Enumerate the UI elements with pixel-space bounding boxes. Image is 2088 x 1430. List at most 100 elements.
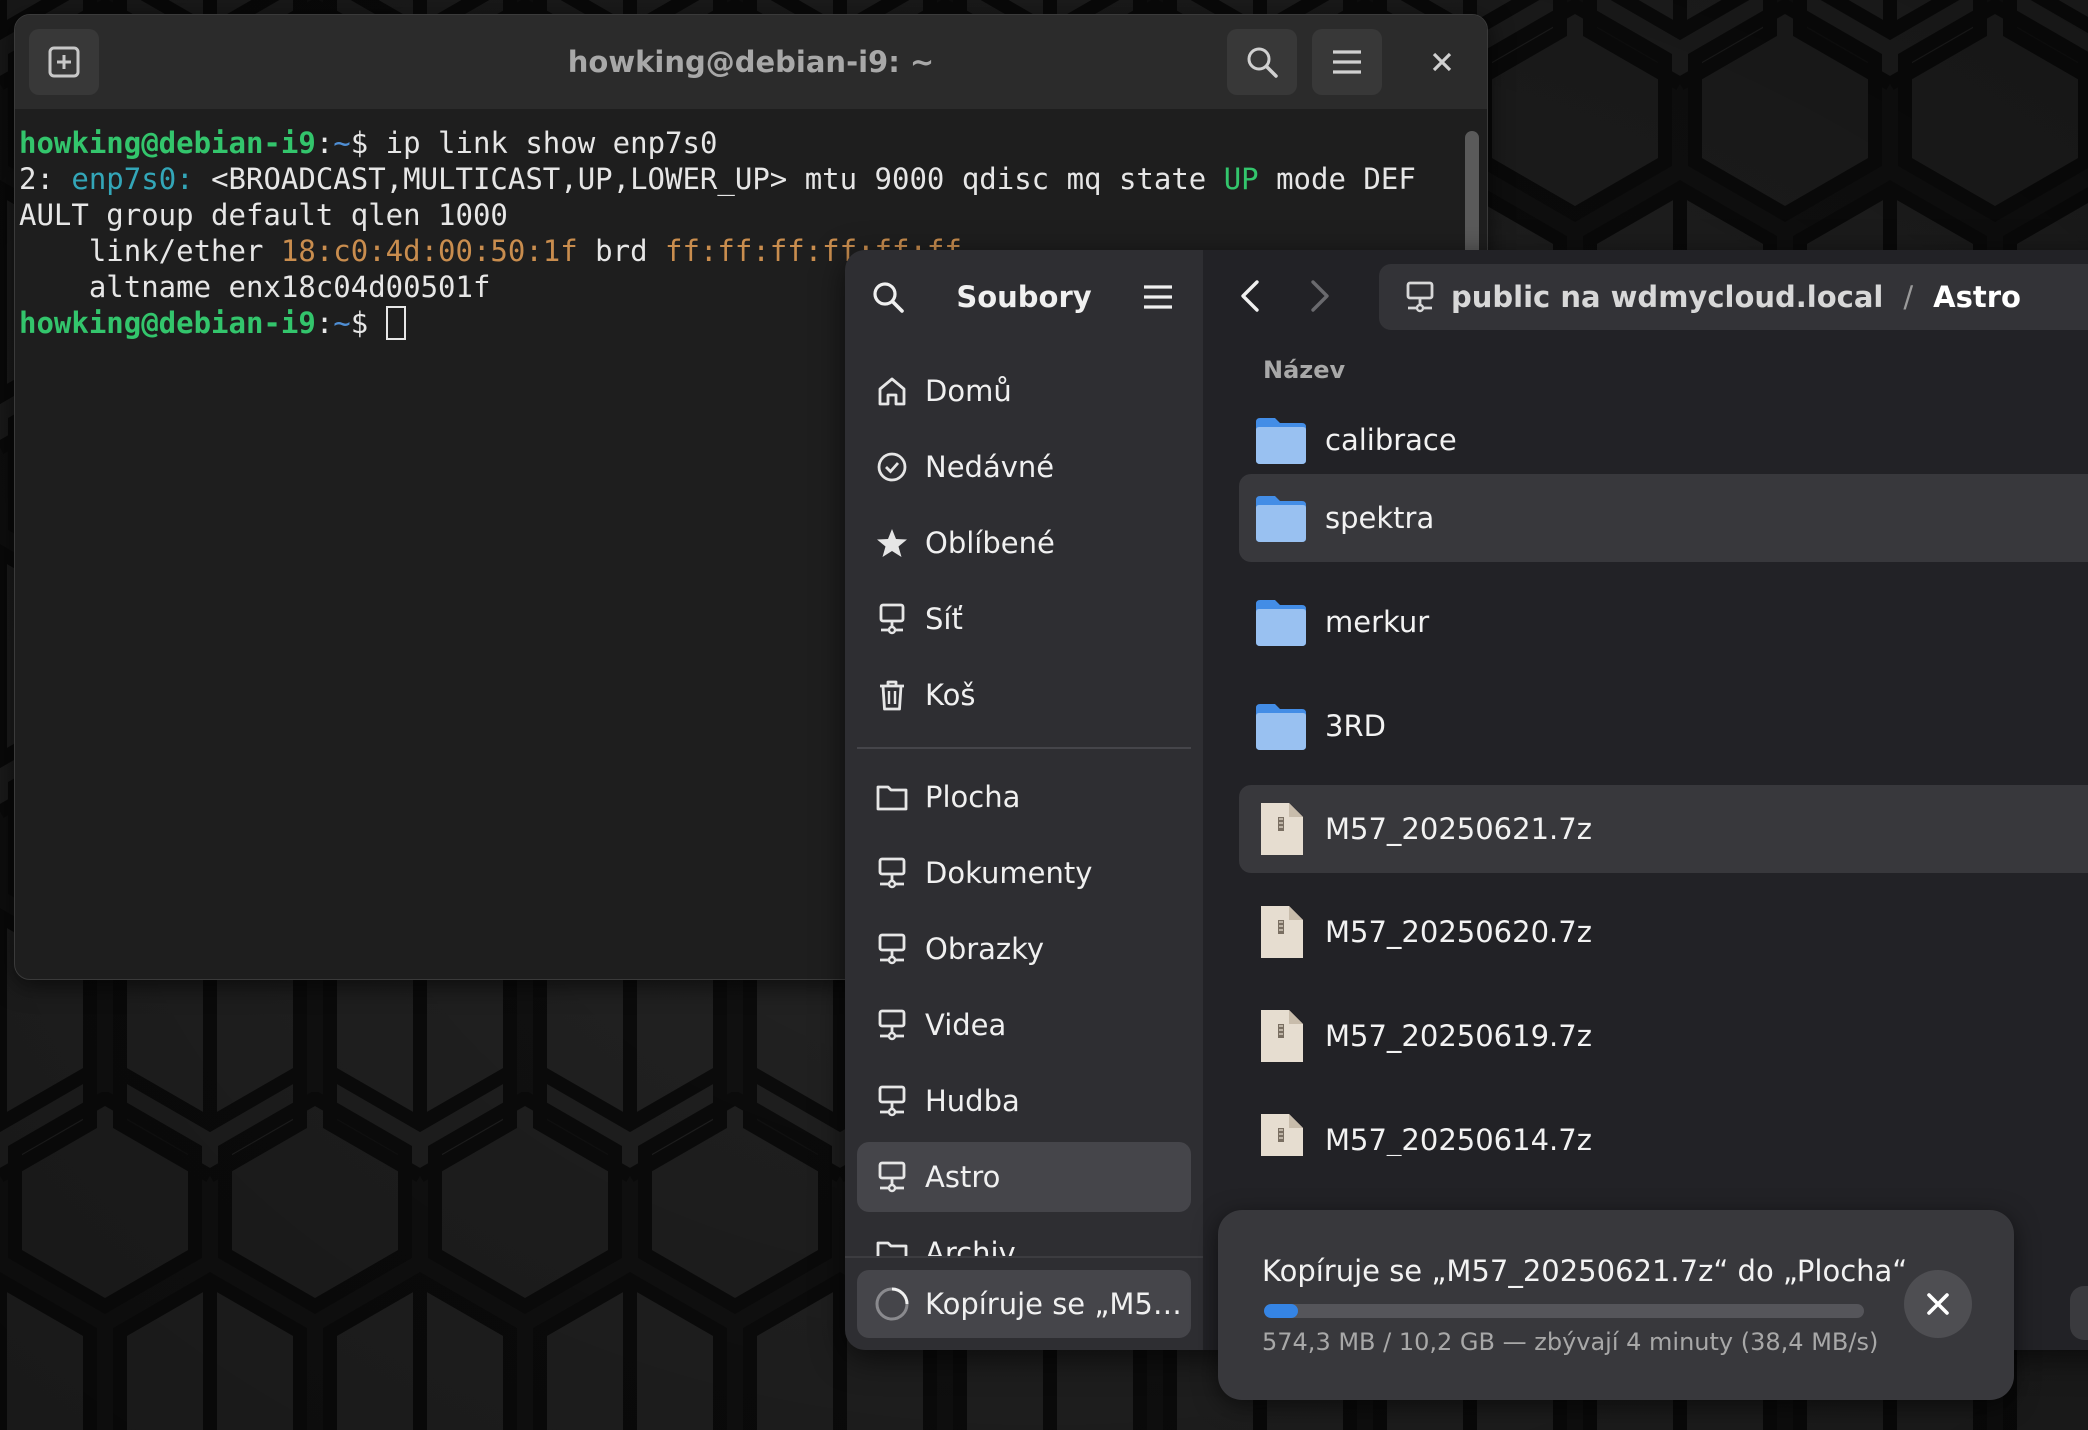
file-name: M57_20250619.7z (1325, 1019, 1592, 1053)
sidebar-item-astro[interactable]: Astro (857, 1142, 1191, 1212)
sidebar-item-label: Nedávné (925, 450, 1055, 484)
sidebar-item-trash[interactable]: Koš (857, 660, 1191, 730)
link-ether-label: link/ether (19, 234, 281, 268)
network-folder-icon (878, 857, 906, 889)
new-tab-button[interactable] (29, 29, 99, 95)
terminal-search-button[interactable] (1227, 29, 1297, 95)
close-icon (1432, 52, 1452, 72)
file-name: M57_20250621.7z (1325, 812, 1592, 846)
terminal-close-button[interactable] (1407, 29, 1477, 95)
folder-icon (1256, 418, 1306, 464)
sidebar-operations-button[interactable]: Kopíruje se „M5… (857, 1270, 1191, 1338)
prompt-colon: : (315, 126, 334, 160)
path-location[interactable]: public na wdmycloud.local (1451, 280, 1883, 314)
sidebar-item-label: Domů (925, 374, 1012, 408)
copy-progress-details: 574,3 MB / 10,2 GB — zbývají 4 minuty (3… (1262, 1328, 1879, 1356)
list-item[interactable]: M57_20250619.7z (1239, 992, 2088, 1080)
sidebar-item-starred[interactable]: Oblíbené (857, 508, 1191, 578)
sidebar-item-label: Archiv (925, 1236, 1016, 1256)
spinner-icon (875, 1287, 909, 1321)
home-icon (878, 377, 906, 406)
cancel-copy-button[interactable] (1904, 1270, 1972, 1338)
search-icon (1247, 47, 1278, 78)
list-item[interactable]: spektra (1239, 474, 2088, 562)
sidebar-item-network[interactable]: Síť (857, 584, 1191, 654)
sidebar-item-label: Síť (925, 602, 963, 636)
sidebar: Soubory Domů Nedávné Oblíbené Síť Koš Pl… (845, 250, 1203, 1350)
file-name: spektra (1325, 501, 1435, 535)
network-folder-icon (1406, 281, 1434, 313)
copy-progress-popover: Kopíruje se „M57_20250621.7z“ do „Plocha… (1218, 1210, 2014, 1400)
network-folder-icon (878, 1085, 906, 1117)
iface-index: 2: (19, 162, 72, 196)
close-icon (1927, 1293, 1949, 1315)
sidebar-item-label: Hudba (925, 1084, 1020, 1118)
file-name: M57_20250620.7z (1325, 915, 1592, 949)
path-bar[interactable]: public na wdmycloud.local / Astro (1379, 264, 2088, 330)
folder-icon (1256, 600, 1306, 646)
sidebar-item-label: Dokumenty (925, 856, 1093, 890)
file-name: M57_20250614.7z (1325, 1123, 1592, 1156)
list-item[interactable]: 3RD (1239, 682, 2088, 770)
sidebar-item-recent[interactable]: Nedávné (857, 432, 1191, 502)
sidebar-item-plocha[interactable]: Plocha (857, 762, 1191, 832)
sidebar-item-label: Videa (925, 1008, 1007, 1042)
sidebar-item-home[interactable]: Domů (857, 356, 1191, 426)
copy-progress-title: Kopíruje se „M57_20250621.7z“ do „Plocha… (1262, 1254, 1908, 1288)
new-tab-icon (48, 46, 80, 78)
sidebar-item-label: Astro (925, 1160, 1001, 1194)
sidebar-list: Domů Nedávné Oblíbené Síť Koš Plocha Dok… (845, 250, 1203, 1256)
trash-icon (880, 680, 904, 711)
sidebar-item-label: Plocha (925, 780, 1021, 814)
list-item[interactable]: calibrace (1239, 396, 2088, 484)
prompt-symbol: $ (350, 306, 386, 340)
sidebar-item-archiv[interactable]: Archiv (857, 1218, 1191, 1256)
archive-file-icon (1261, 803, 1303, 855)
iface-flags: <BROADCAST,MULTICAST,UP,LOWER_UP> mtu 90… (193, 162, 1224, 196)
prompt-user: howking@debian-i9 (19, 126, 316, 160)
network-icon (879, 603, 905, 635)
sidebar-separator (857, 747, 1191, 749)
network-folder-icon (878, 1009, 906, 1041)
archive-file-icon (1261, 906, 1303, 958)
file-name: merkur (1325, 605, 1430, 639)
mac-address: 18:c0:4d:00:50:1f (280, 234, 578, 268)
sidebar-item-dokumenty[interactable]: Dokumenty (857, 838, 1191, 908)
sidebar-item-hudba[interactable]: Hudba (857, 1066, 1191, 1136)
forward-icon[interactable] (1299, 276, 1339, 316)
terminal-line: howking@debian-i9:~$ ip link show enp7s0 (19, 125, 1461, 161)
sidebar-item-obrazky[interactable]: Obrazky (857, 914, 1191, 984)
file-list[interactable]: calibrace spektra merkur 3RD M57_2025062… (1239, 396, 2088, 1156)
terminal-menu-button[interactable] (1312, 29, 1382, 95)
terminal-cursor (385, 306, 406, 340)
command-text: ip link show enp7s0 (385, 126, 718, 160)
folder-icon (876, 785, 908, 811)
prompt-path: ~ (333, 306, 351, 340)
prompt-symbol: $ (350, 126, 386, 160)
back-icon[interactable] (1231, 276, 1271, 316)
list-item[interactable]: M57_20250614.7z (1239, 1096, 2088, 1156)
list-item[interactable]: M57_20250621.7z (1239, 785, 2088, 873)
terminal-headerbar[interactable]: howking@debian-i9: ~ (15, 15, 1487, 109)
main-content: public na wdmycloud.local / Astro Název … (1203, 250, 2088, 1350)
list-item[interactable]: merkur (1239, 578, 2088, 666)
archive-file-icon (1261, 1114, 1303, 1156)
star-icon (877, 529, 907, 557)
prompt-path: ~ (333, 126, 351, 160)
iface-state: UP (1223, 162, 1259, 196)
operations-label: Kopíruje se „M5… (925, 1287, 1182, 1321)
sidebar-item-videa[interactable]: Videa (857, 990, 1191, 1060)
archive-file-icon (1261, 1010, 1303, 1062)
list-item[interactable]: M57_20250620.7z (1239, 888, 2088, 976)
prompt-colon: : (315, 306, 334, 340)
copy-progress-fill (1264, 1304, 1298, 1318)
prompt-user: howking@debian-i9 (19, 306, 316, 340)
terminal-line: AULT group default qlen 1000 (19, 198, 508, 232)
copy-progress-bar (1264, 1304, 1864, 1318)
file-manager-window[interactable]: Soubory Domů Nedávné Oblíbené Síť Koš Pl… (845, 250, 2088, 1350)
path-current[interactable]: Astro (1933, 280, 2021, 314)
column-header-name[interactable]: Název (1263, 356, 1345, 384)
sidebar-item-label: Obrazky (925, 932, 1045, 966)
file-name: calibrace (1325, 423, 1457, 457)
offscreen-button[interactable] (2070, 1286, 2088, 1340)
